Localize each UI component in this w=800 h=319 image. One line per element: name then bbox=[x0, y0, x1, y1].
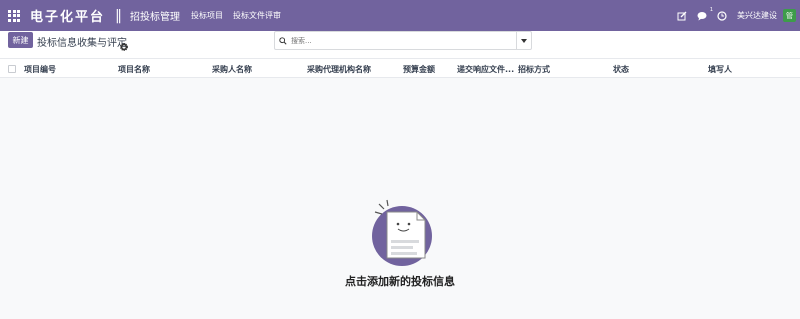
apps-grid-icon[interactable] bbox=[0, 0, 28, 31]
menu-item-bid-projects[interactable]: 投标项目 bbox=[191, 10, 223, 21]
clock-icon[interactable] bbox=[715, 9, 729, 23]
search-bar bbox=[274, 31, 532, 50]
avatar[interactable]: 管 bbox=[783, 9, 796, 22]
column-project-number[interactable]: 项目编号 bbox=[24, 64, 56, 75]
column-submission[interactable]: 递交响应文件... bbox=[457, 64, 514, 75]
empty-state-title: 点击添加新的投标信息 bbox=[345, 275, 455, 288]
column-bid-method[interactable]: 招标方式 bbox=[518, 64, 550, 75]
chat-icon[interactable]: 1 bbox=[695, 7, 713, 23]
search-icon[interactable] bbox=[275, 32, 291, 49]
navbar-right: 1 美兴达建设 管 bbox=[675, 0, 800, 31]
column-status[interactable]: 状态 bbox=[613, 64, 629, 75]
column-filled-by[interactable]: 填写人 bbox=[708, 64, 732, 75]
column-project-name[interactable]: 项目名称 bbox=[118, 64, 150, 75]
app-title[interactable]: 招投标管理 bbox=[130, 8, 180, 23]
caret-down-icon bbox=[521, 38, 527, 43]
column-agency-name[interactable]: 采购代理机构名称 bbox=[307, 64, 371, 75]
edit-icon[interactable] bbox=[675, 9, 689, 23]
chat-count-badge: 1 bbox=[709, 6, 713, 13]
empty-document-icon bbox=[365, 196, 445, 271]
list-header: 项目编号 项目名称 采购人名称 采购代理机构名称 预算金额 递交响应文件... … bbox=[0, 58, 800, 78]
column-purchaser-name[interactable]: 采购人名称 bbox=[212, 64, 252, 75]
search-input[interactable] bbox=[291, 33, 516, 48]
column-budget[interactable]: 预算金额 bbox=[403, 64, 435, 75]
new-button[interactable]: 新建 bbox=[8, 32, 33, 48]
brand-separator: ‖ bbox=[115, 7, 123, 24]
search-options-toggle[interactable] bbox=[516, 32, 531, 49]
top-navbar: 电子化平台 ‖ 招投标管理 投标项目 投标文件评审 1 美兴达建设 管 bbox=[0, 0, 800, 31]
company-switcher[interactable]: 美兴达建设 bbox=[737, 10, 777, 21]
brand-title[interactable]: 电子化平台 bbox=[30, 6, 105, 25]
breadcrumb: 投标信息收集与评定 bbox=[37, 38, 127, 49]
menu-item-bid-review[interactable]: 投标文件评审 bbox=[233, 10, 281, 21]
list-body: 点击添加新的投标信息 bbox=[0, 78, 800, 319]
gear-icon[interactable] bbox=[120, 36, 128, 51]
control-panel: 新建 投标信息收集与评定 bbox=[0, 31, 800, 57]
select-all-checkbox[interactable] bbox=[8, 65, 16, 73]
